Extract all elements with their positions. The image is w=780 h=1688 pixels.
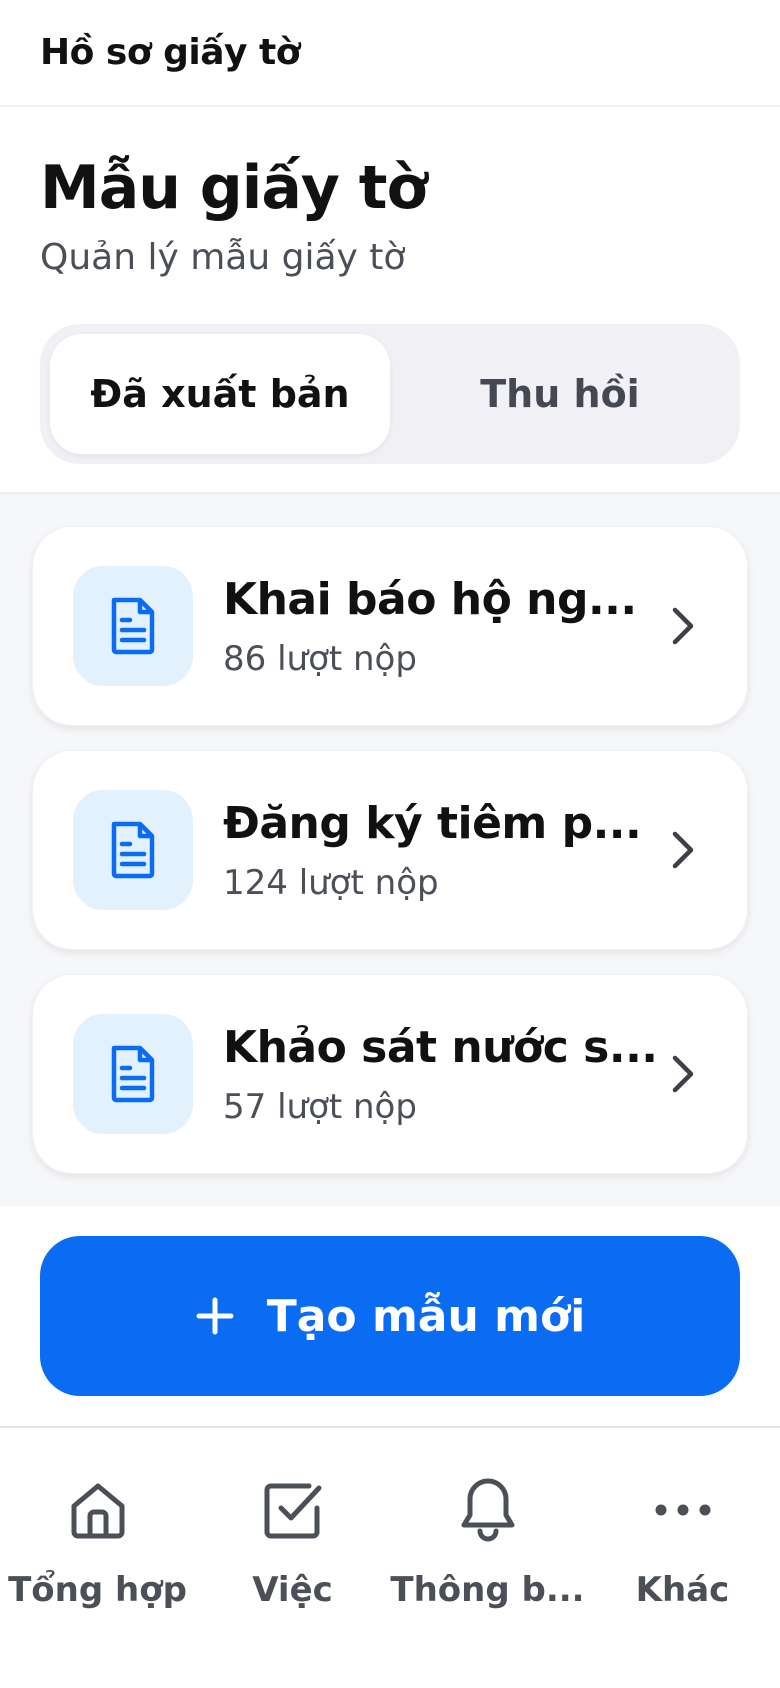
create-template-area: Tạo mẫu mới [0, 1206, 780, 1428]
submission-count: 57 lượt nộp [223, 1086, 417, 1127]
top-bar: Hồ sơ giấy tờ [0, 0, 780, 107]
page-subtitle: Quản lý mẫu giấy tờ [40, 237, 406, 278]
nav-item-overview[interactable]: Tổng hợp [0, 1470, 195, 1688]
create-template-button[interactable]: Tạo mẫu mới [40, 1236, 740, 1396]
document-icon [73, 790, 193, 910]
chevron-right-icon [672, 1055, 694, 1093]
status-segmented-control: Đã xuất bản Thu hồi [40, 324, 740, 464]
more-icon [655, 1504, 710, 1516]
home-icon [71, 1483, 124, 1539]
nav-label: Việc [252, 1570, 333, 1610]
page-title: Mẫu giấy tờ [40, 153, 428, 223]
list-item[interactable]: Khảo sát nước s... 57 lượt nộp [32, 974, 748, 1174]
nav-item-notifications[interactable]: Thông b... [390, 1470, 585, 1688]
tab-revoked[interactable]: Thu hồi [390, 334, 730, 454]
submission-count: 86 lượt nộp [223, 638, 417, 679]
chevron-right-icon [672, 607, 694, 645]
chevron-right-icon [672, 831, 694, 869]
bell-icon [461, 1478, 514, 1542]
document-icon [73, 566, 193, 686]
template-title: Khảo sát nước s... [223, 1021, 658, 1073]
submission-count: 124 lượt nộp [223, 862, 439, 903]
tab-published[interactable]: Đã xuất bản [50, 334, 390, 454]
app-title: Hồ sơ giấy tờ [40, 32, 300, 73]
nav-item-more[interactable]: Khác [585, 1470, 780, 1688]
page-header: Mẫu giấy tờ Quản lý mẫu giấy tờ Đã xuất … [0, 107, 780, 494]
list-item[interactable]: Khai báo hộ ng... 86 lượt nộp [32, 526, 748, 726]
checkbox-icon [264, 1483, 321, 1539]
template-title: Đăng ký tiêm p... [223, 797, 642, 849]
nav-label: Thông b... [390, 1570, 585, 1610]
template-title: Khai báo hộ ng... [223, 573, 637, 625]
bottom-navigation: Tổng hợp Việc Thông b... Khác [0, 1428, 780, 1688]
list-item[interactable]: Đăng ký tiêm p... 124 lượt nộp [32, 750, 748, 950]
nav-item-tasks[interactable]: Việc [195, 1470, 390, 1688]
nav-label: Khác [635, 1570, 730, 1610]
create-template-label: Tạo mẫu mới [266, 1290, 586, 1342]
document-icon [73, 1014, 193, 1134]
plus-icon [196, 1297, 234, 1335]
template-list: Khai báo hộ ng... 86 lượt nộp Đăng ký ti… [0, 494, 780, 1206]
nav-label: Tổng hợp [8, 1570, 187, 1610]
